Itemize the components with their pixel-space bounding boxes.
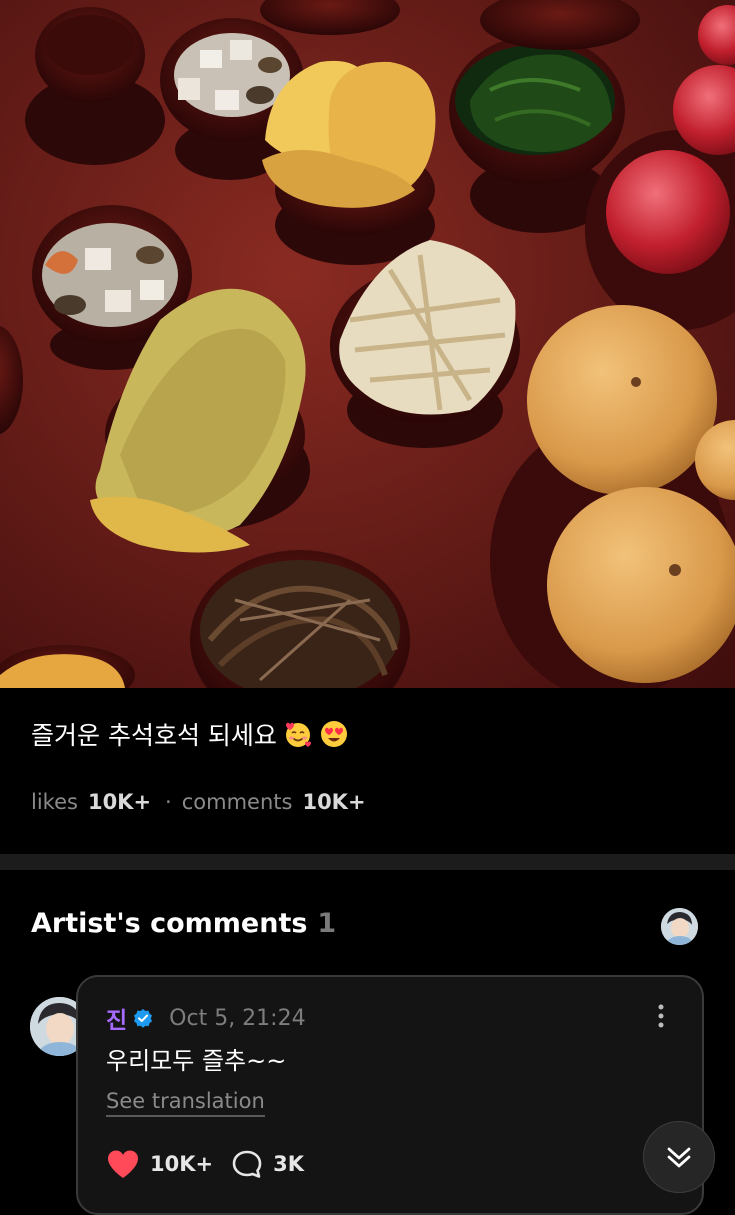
double-chevron-down-icon: [667, 1147, 691, 1168]
artist-avatar[interactable]: [661, 908, 698, 945]
comment-like-count: 10K+: [150, 1152, 214, 1176]
heart-eyes-icon: [320, 721, 347, 747]
post-stats: likes 10K+ · comments 10K+: [31, 790, 366, 814]
stats-separator: ·: [165, 790, 172, 814]
comment-body: 우리모두 즐추~~: [106, 1047, 287, 1075]
heart-icon[interactable]: [106, 1149, 140, 1179]
comment-author-name[interactable]: 진: [106, 1001, 127, 1035]
comment-actions: 10K+ 3K: [106, 1149, 322, 1179]
likes-count[interactable]: 10K+: [88, 790, 151, 814]
comment-reply-count: 3K: [273, 1152, 304, 1176]
comments-count[interactable]: 10K+: [302, 790, 365, 814]
see-translation-link[interactable]: See translation: [106, 1089, 265, 1117]
artist-comment-card: 진 Oct 5, 21:24 우리모두 즐추~~ See translation…: [76, 975, 704, 1215]
artist-comments-title: Artist's comments: [31, 908, 308, 939]
comments-label: comments: [181, 790, 293, 814]
scroll-to-bottom-button[interactable]: [643, 1121, 715, 1193]
smiling-face-with-hearts-icon: [285, 722, 311, 747]
likes-label: likes: [31, 790, 78, 814]
reply-bubble-icon[interactable]: [231, 1149, 263, 1179]
more-options-icon[interactable]: [656, 1003, 666, 1029]
artist-comments-count: 1: [317, 908, 337, 939]
artist-comments-header: Artist's comments 1: [31, 908, 336, 939]
comment-timestamp: Oct 5, 21:24: [169, 1005, 306, 1031]
post-photo[interactable]: [0, 0, 735, 688]
section-divider: [0, 854, 735, 870]
caption-text: 즐거운 추석호석 되세요: [31, 721, 277, 750]
post-caption: 즐거운 추석호석 되세요: [31, 716, 349, 752]
verified-badge-icon: [134, 1009, 153, 1028]
comment-author-row: 진 Oct 5, 21:24: [106, 1001, 306, 1035]
